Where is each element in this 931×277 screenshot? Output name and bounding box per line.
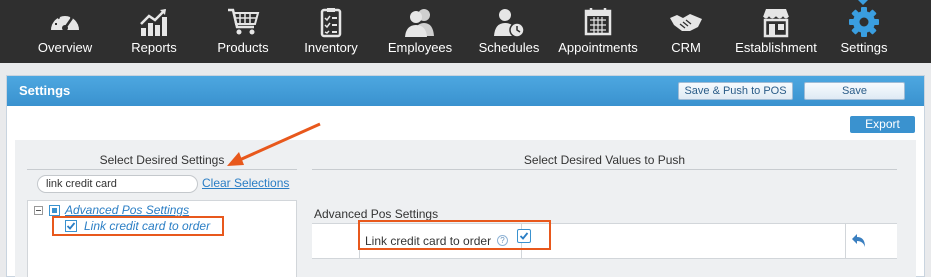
- column-divider: [845, 224, 846, 258]
- settings-tree: Advanced Pos Settings Link credit card t…: [27, 200, 297, 277]
- tree-child-label[interactable]: Link credit card to order: [84, 219, 210, 233]
- collapse-toggle-icon[interactable]: [34, 206, 43, 215]
- calendar-icon: [580, 6, 616, 38]
- active-tab-pointer: [858, 0, 868, 5]
- nav-products[interactable]: Products: [205, 0, 281, 63]
- child-checkbox[interactable]: [65, 220, 77, 232]
- save-and-push-button[interactable]: Save & Push to POS: [678, 82, 793, 100]
- settings-body: Select Desired Settings Select Desired V…: [15, 140, 916, 277]
- settings-search-input[interactable]: [37, 175, 198, 193]
- nav-crm[interactable]: CRM: [648, 0, 724, 63]
- gauge-icon: [47, 6, 83, 38]
- export-button[interactable]: Export: [850, 116, 915, 133]
- divider: [312, 169, 897, 170]
- tree-parent-label[interactable]: Advanced Pos Settings: [65, 203, 189, 217]
- settings-panel: Settings Save & Push to POS Save Export …: [6, 75, 925, 277]
- cart-icon: [225, 6, 261, 38]
- parent-checkbox[interactable]: [49, 205, 60, 216]
- save-button[interactable]: Save: [804, 82, 905, 100]
- nav-schedules[interactable]: Schedules: [470, 0, 548, 63]
- top-navigation: Overview Reports Products Inventory Empl…: [0, 0, 931, 63]
- clear-selections-link[interactable]: Clear Selections: [202, 176, 289, 190]
- handshake-icon: [668, 6, 704, 38]
- nav-settings[interactable]: Settings: [826, 0, 902, 63]
- chart-icon: [136, 6, 172, 38]
- value-checkbox[interactable]: [517, 229, 531, 243]
- panel-header: Settings Save & Push to POS Save: [7, 76, 924, 106]
- help-icon[interactable]: ?: [497, 235, 508, 246]
- checkmark-icon: [519, 232, 529, 240]
- row-label: Link credit card to order: [365, 234, 492, 248]
- storefront-icon: [758, 6, 794, 38]
- person-clock-icon: [491, 6, 527, 38]
- annotation-arrow: [227, 122, 321, 166]
- nav-establishment[interactable]: Establishment: [734, 0, 818, 63]
- nav-reports[interactable]: Reports: [116, 0, 192, 63]
- clipboard-icon: [313, 6, 349, 38]
- gear-icon: [846, 6, 882, 38]
- section-label: Advanced Pos Settings: [314, 207, 439, 221]
- tree-item-link-credit-card[interactable]: Link credit card to order: [52, 216, 224, 236]
- page-title: Settings: [19, 83, 71, 98]
- nav-overview[interactable]: Overview: [27, 0, 103, 63]
- nav-inventory[interactable]: Inventory: [293, 0, 369, 63]
- nav-appointments[interactable]: Appointments: [558, 0, 638, 63]
- nav-employees[interactable]: Employees: [381, 0, 459, 63]
- undo-icon[interactable]: [850, 232, 868, 248]
- people-icon: [402, 6, 438, 38]
- checkmark-icon: [66, 222, 76, 230]
- right-column-heading: Select Desired Values to Push: [523, 153, 686, 167]
